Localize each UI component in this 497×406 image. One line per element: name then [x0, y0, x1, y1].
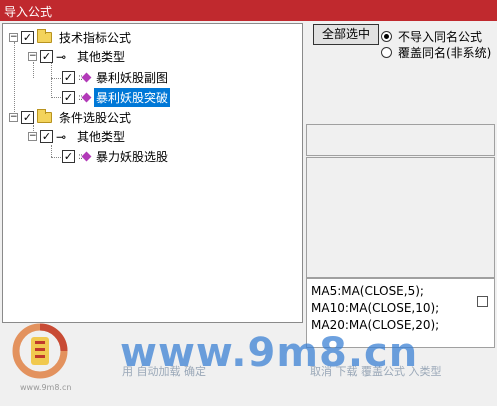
tree-item-formula[interactable]: ✓ :: 暴力妖股选股 [62, 147, 170, 166]
collapse-toggle[interactable]: − [28, 132, 37, 141]
info-box [306, 124, 495, 156]
tree-connector [51, 62, 52, 98]
tree-item-formula[interactable]: ✓ :: 暴利妖股副图 [62, 68, 170, 87]
code-line: MA5:MA(CLOSE,5); [311, 284, 424, 298]
key-icon: ⊸ [56, 49, 67, 64]
key-icon: ⊸ [56, 129, 67, 144]
select-all-button[interactable]: 全部选中 [313, 24, 379, 45]
tree-checkbox[interactable]: ✓ [62, 150, 75, 163]
radio-label: 不导入同名公式 [398, 30, 483, 44]
folder-icon [37, 109, 52, 123]
tree-item-label: 暴力妖股选股 [96, 150, 169, 164]
tree-checkbox[interactable]: ✓ [21, 111, 34, 124]
radio-skip-duplicates[interactable]: 不导入同名公式 [381, 28, 482, 45]
radio-button[interactable] [381, 47, 392, 58]
tree-item-tech-indicators[interactable]: − ✓ 技术指标公式 [9, 28, 133, 47]
description-box [306, 157, 495, 278]
formula-icon: :: [78, 73, 92, 83]
folder-icon [37, 29, 52, 43]
tree-item-stock-screening[interactable]: − ✓ 条件选股公式 [9, 108, 133, 127]
tree-item-label: 暴利妖股副图 [96, 71, 169, 85]
watermark-small-text: www.9m8.cn [20, 383, 72, 392]
preview-checkbox[interactable] [477, 296, 488, 307]
collapse-toggle[interactable]: − [9, 113, 18, 122]
formula-icon: :: [78, 152, 92, 162]
watermark-logo-icon [12, 323, 68, 379]
radio-overwrite-duplicates[interactable]: 覆盖同名(非系统) [381, 44, 491, 61]
radio-label: 覆盖同名(非系统) [398, 46, 492, 60]
window-title: 导入公式 [0, 0, 497, 21]
tree-item-label: 条件选股公式 [59, 111, 132, 125]
tree-checkbox[interactable]: ✓ [62, 71, 75, 84]
tree-checkbox[interactable]: ✓ [21, 31, 34, 44]
tree-item-label: 技术指标公式 [59, 31, 132, 45]
radio-button[interactable] [381, 31, 392, 42]
tree-connector [51, 157, 61, 158]
tree-connector [14, 42, 15, 116]
tree-item-label: 其他类型 [77, 50, 126, 64]
collapse-toggle[interactable]: − [28, 52, 37, 61]
watermark-site-text: www.9m8.cn [120, 330, 419, 376]
formula-tree[interactable]: − ✓ 技术指标公式 − ✓ ⊸ 其他类型 ✓ :: 暴利妖股副图 ✓ :: 暴… [2, 23, 303, 323]
tree-checkbox[interactable]: ✓ [40, 50, 53, 63]
formula-icon: :: [78, 93, 92, 103]
tree-connector [51, 78, 61, 79]
tree-item-other-type[interactable]: − ✓ ⊸ 其他类型 [28, 47, 127, 66]
tree-item-label: 暴利妖股突破 [94, 88, 171, 107]
tree-connector [51, 145, 52, 157]
tree-item-formula-selected[interactable]: ✓ :: 暴利妖股突破 [62, 88, 171, 107]
code-line: MA10:MA(CLOSE,10); [311, 301, 440, 315]
collapse-toggle[interactable]: − [9, 33, 18, 42]
tree-item-label: 其他类型 [77, 130, 126, 144]
tree-checkbox[interactable]: ✓ [62, 91, 75, 104]
tree-checkbox[interactable]: ✓ [40, 130, 53, 143]
tree-connector [51, 97, 61, 98]
tree-item-other-type[interactable]: − ✓ ⊸ 其他类型 [28, 127, 127, 146]
